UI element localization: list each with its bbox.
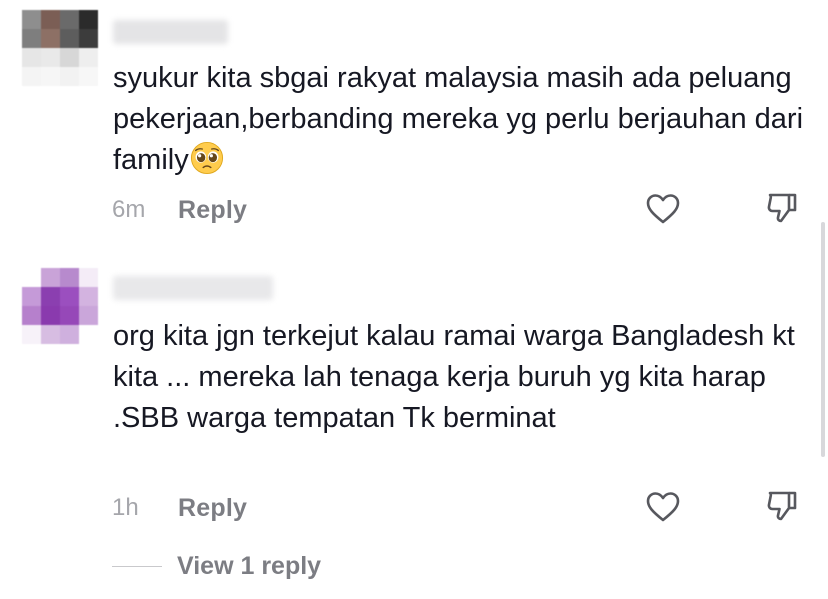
avatar-pixel [41, 67, 60, 86]
avatar-pixel [22, 268, 41, 287]
timestamp: 1h [112, 494, 139, 521]
scrollbar[interactable] [821, 222, 825, 457]
comment-text: syukur kita sbgai rakyat malaysia masih … [113, 58, 803, 181]
avatar-pixel [60, 268, 79, 287]
avatar-pixel [22, 306, 41, 325]
avatar-pixel [60, 29, 79, 48]
avatar-pixel [79, 10, 98, 29]
heart-outline-icon[interactable] [645, 490, 681, 524]
avatar-pixel [79, 268, 98, 287]
avatar-pixel [41, 10, 60, 29]
avatar-pixel [41, 306, 60, 325]
comment-text: org kita jgn terkejut kalau ramai warga … [113, 316, 803, 439]
heart-outline-icon[interactable] [645, 192, 681, 226]
avatar-pixel [22, 10, 41, 29]
avatar-pixel [79, 306, 98, 325]
timestamp: 6m [112, 196, 146, 223]
comment-meta: 1h Reply [112, 491, 247, 525]
avatar-pixel [22, 29, 41, 48]
avatar-pixel [60, 306, 79, 325]
pleading-face-icon [190, 141, 223, 175]
comment-text-content: org kita jgn terkejut kalau ramai warga … [113, 320, 795, 434]
avatar[interactable] [22, 10, 98, 86]
avatar-pixel [41, 29, 60, 48]
view-replies-button[interactable]: View 1 reply [112, 552, 321, 581]
avatar-pixel [79, 48, 98, 67]
avatar-pixel [79, 67, 98, 86]
view-replies-label[interactable]: View 1 reply [177, 552, 321, 581]
username-blurred[interactable] [113, 20, 228, 44]
thumbs-down-outline-icon[interactable] [765, 190, 799, 226]
avatar-pixel [22, 325, 41, 344]
avatar-pixel [41, 48, 60, 67]
divider-line [112, 565, 162, 568]
username-blurred[interactable] [113, 276, 273, 300]
avatar-pixel [60, 67, 79, 86]
avatar-pixel [79, 29, 98, 48]
reply-button[interactable]: Reply [178, 196, 247, 225]
avatar-pixel [60, 48, 79, 67]
avatar-pixel [22, 67, 41, 86]
avatar-pixel [41, 268, 60, 287]
avatar-pixel [79, 325, 98, 344]
avatar-pixel [60, 325, 79, 344]
avatar[interactable] [22, 268, 98, 344]
avatar-pixel [22, 287, 41, 306]
avatar-pixel [41, 325, 60, 344]
reply-button[interactable]: Reply [178, 494, 247, 523]
avatar-pixel [60, 287, 79, 306]
avatar-pixel [41, 287, 60, 306]
comment-meta: 6m Reply [112, 193, 247, 227]
avatar-pixel [60, 10, 79, 29]
avatar-pixel [79, 287, 98, 306]
avatar-pixel [22, 48, 41, 67]
thumbs-down-outline-icon[interactable] [765, 488, 799, 524]
